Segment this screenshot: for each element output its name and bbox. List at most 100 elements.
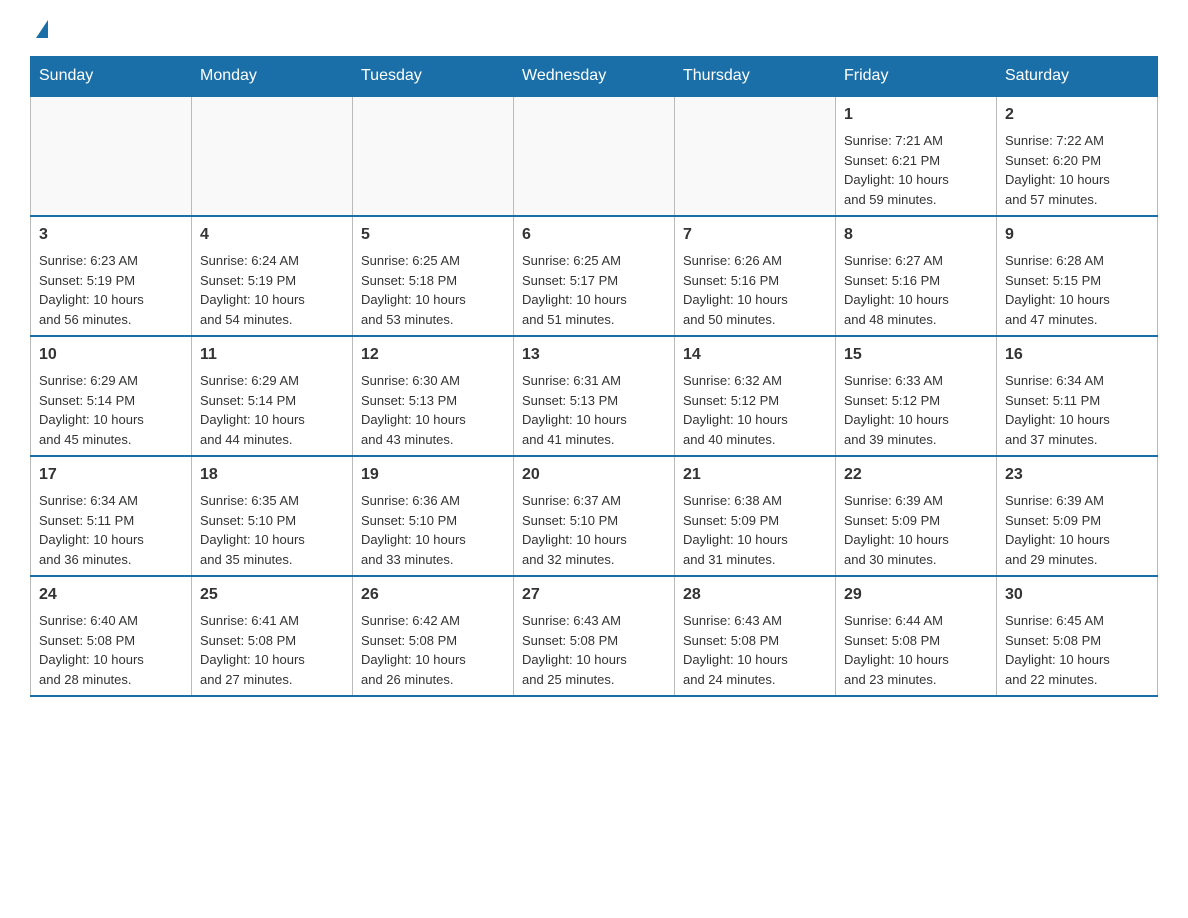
day-info: and 27 minutes. xyxy=(200,670,344,690)
calendar-header-row: SundayMondayTuesdayWednesdayThursdayFrid… xyxy=(31,57,1158,97)
day-info: Sunrise: 6:34 AM xyxy=(1005,371,1149,391)
day-info: Sunrise: 6:39 AM xyxy=(1005,491,1149,511)
calendar-cell: 15Sunrise: 6:33 AMSunset: 5:12 PMDayligh… xyxy=(836,336,997,456)
day-number: 2 xyxy=(1005,103,1149,127)
day-header-tuesday: Tuesday xyxy=(353,57,514,97)
day-info: Sunset: 5:17 PM xyxy=(522,271,666,291)
day-info: Daylight: 10 hours xyxy=(39,650,183,670)
day-info: Sunset: 5:10 PM xyxy=(200,511,344,531)
calendar-cell: 5Sunrise: 6:25 AMSunset: 5:18 PMDaylight… xyxy=(353,216,514,336)
calendar-cell: 12Sunrise: 6:30 AMSunset: 5:13 PMDayligh… xyxy=(353,336,514,456)
day-info: and 44 minutes. xyxy=(200,430,344,450)
calendar-cell: 25Sunrise: 6:41 AMSunset: 5:08 PMDayligh… xyxy=(192,576,353,696)
day-info: and 54 minutes. xyxy=(200,310,344,330)
day-info: Sunrise: 6:30 AM xyxy=(361,371,505,391)
day-info: Sunrise: 6:29 AM xyxy=(39,371,183,391)
day-number: 28 xyxy=(683,583,827,607)
day-info: Sunset: 5:08 PM xyxy=(522,631,666,651)
calendar-cell: 26Sunrise: 6:42 AMSunset: 5:08 PMDayligh… xyxy=(353,576,514,696)
day-number: 3 xyxy=(39,223,183,247)
day-info: Sunrise: 6:28 AM xyxy=(1005,251,1149,271)
day-info: Sunrise: 6:43 AM xyxy=(522,611,666,631)
page-header xyxy=(30,20,1158,36)
day-number: 13 xyxy=(522,343,666,367)
day-info: Sunrise: 6:31 AM xyxy=(522,371,666,391)
calendar-cell: 17Sunrise: 6:34 AMSunset: 5:11 PMDayligh… xyxy=(31,456,192,576)
day-number: 21 xyxy=(683,463,827,487)
calendar-cell: 16Sunrise: 6:34 AMSunset: 5:11 PMDayligh… xyxy=(997,336,1158,456)
day-header-monday: Monday xyxy=(192,57,353,97)
day-info: Sunset: 6:21 PM xyxy=(844,151,988,171)
day-number: 16 xyxy=(1005,343,1149,367)
day-number: 9 xyxy=(1005,223,1149,247)
day-info: Sunrise: 6:24 AM xyxy=(200,251,344,271)
day-info: Daylight: 10 hours xyxy=(361,650,505,670)
calendar-cell xyxy=(31,96,192,216)
day-info: Daylight: 10 hours xyxy=(844,650,988,670)
calendar-cell: 30Sunrise: 6:45 AMSunset: 5:08 PMDayligh… xyxy=(997,576,1158,696)
day-number: 10 xyxy=(39,343,183,367)
day-number: 19 xyxy=(361,463,505,487)
day-info: Sunrise: 6:41 AM xyxy=(200,611,344,631)
day-info: Sunset: 5:08 PM xyxy=(39,631,183,651)
calendar-cell xyxy=(353,96,514,216)
day-info: Sunrise: 6:38 AM xyxy=(683,491,827,511)
day-info: Daylight: 10 hours xyxy=(200,650,344,670)
day-number: 17 xyxy=(39,463,183,487)
day-info: Sunrise: 6:35 AM xyxy=(200,491,344,511)
day-info: and 29 minutes. xyxy=(1005,550,1149,570)
day-info: and 51 minutes. xyxy=(522,310,666,330)
day-info: Sunrise: 6:26 AM xyxy=(683,251,827,271)
day-info: Sunrise: 6:36 AM xyxy=(361,491,505,511)
day-number: 4 xyxy=(200,223,344,247)
day-info: and 37 minutes. xyxy=(1005,430,1149,450)
day-info: and 59 minutes. xyxy=(844,190,988,210)
day-info: and 31 minutes. xyxy=(683,550,827,570)
calendar-cell: 3Sunrise: 6:23 AMSunset: 5:19 PMDaylight… xyxy=(31,216,192,336)
day-info: Sunrise: 6:43 AM xyxy=(683,611,827,631)
day-info: Sunset: 5:08 PM xyxy=(683,631,827,651)
day-info: Sunset: 5:08 PM xyxy=(361,631,505,651)
day-info: and 39 minutes. xyxy=(844,430,988,450)
calendar-cell: 10Sunrise: 6:29 AMSunset: 5:14 PMDayligh… xyxy=(31,336,192,456)
day-info: Daylight: 10 hours xyxy=(683,650,827,670)
day-number: 23 xyxy=(1005,463,1149,487)
day-info: Daylight: 10 hours xyxy=(522,650,666,670)
day-info: Sunrise: 7:21 AM xyxy=(844,131,988,151)
day-info: Daylight: 10 hours xyxy=(200,530,344,550)
day-info: and 53 minutes. xyxy=(361,310,505,330)
calendar-cell: 1Sunrise: 7:21 AMSunset: 6:21 PMDaylight… xyxy=(836,96,997,216)
day-info: Daylight: 10 hours xyxy=(39,530,183,550)
calendar-cell: 9Sunrise: 6:28 AMSunset: 5:15 PMDaylight… xyxy=(997,216,1158,336)
day-info: and 32 minutes. xyxy=(522,550,666,570)
calendar-cell: 2Sunrise: 7:22 AMSunset: 6:20 PMDaylight… xyxy=(997,96,1158,216)
day-info: Sunset: 5:19 PM xyxy=(200,271,344,291)
calendar-week-row: 17Sunrise: 6:34 AMSunset: 5:11 PMDayligh… xyxy=(31,456,1158,576)
calendar-cell: 4Sunrise: 6:24 AMSunset: 5:19 PMDaylight… xyxy=(192,216,353,336)
day-number: 8 xyxy=(844,223,988,247)
day-header-wednesday: Wednesday xyxy=(514,57,675,97)
day-info: Sunset: 5:13 PM xyxy=(522,391,666,411)
day-info: Sunrise: 6:45 AM xyxy=(1005,611,1149,631)
day-info: and 43 minutes. xyxy=(361,430,505,450)
day-info: Sunset: 5:16 PM xyxy=(844,271,988,291)
day-number: 11 xyxy=(200,343,344,367)
day-info: Sunset: 5:15 PM xyxy=(1005,271,1149,291)
day-info: Sunset: 5:14 PM xyxy=(200,391,344,411)
day-info: Daylight: 10 hours xyxy=(1005,530,1149,550)
calendar-cell xyxy=(514,96,675,216)
calendar-cell: 8 Sunrise: 6:27 AMSunset: 5:16 PMDaylight… xyxy=(836,216,997,336)
day-number: 24 xyxy=(39,583,183,607)
day-info: Daylight: 10 hours xyxy=(844,410,988,430)
day-info: Daylight: 10 hours xyxy=(39,410,183,430)
day-info: Sunset: 5:08 PM xyxy=(844,631,988,651)
day-info: and 35 minutes. xyxy=(200,550,344,570)
calendar-cell: 19Sunrise: 6:36 AMSunset: 5:10 PMDayligh… xyxy=(353,456,514,576)
day-info: Sunset: 5:12 PM xyxy=(683,391,827,411)
calendar-cell: 28 Sunrise: 6:43 AMSunset: 5:08 PMDayligh… xyxy=(675,576,836,696)
day-info: Daylight: 10 hours xyxy=(844,290,988,310)
day-info: Sunrise: 7:22 AM xyxy=(1005,131,1149,151)
day-info: Daylight: 10 hours xyxy=(522,290,666,310)
calendar-cell: 14Sunrise: 6:32 AMSunset: 5:12 PMDayligh… xyxy=(675,336,836,456)
day-info: Sunrise: 6:27 AM xyxy=(844,251,988,271)
